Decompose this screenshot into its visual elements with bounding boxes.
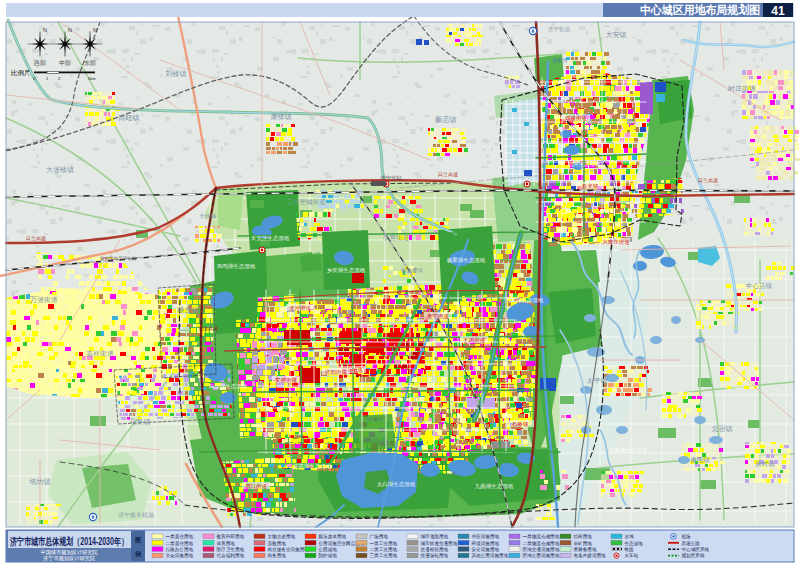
svg-text:有条件建设用地: 有条件建设用地 (574, 552, 607, 559)
svg-text:环境设施用地: 环境设施用地 (471, 540, 500, 547)
svg-text:王因湖生态湿地: 王因湖生态湿地 (505, 297, 544, 304)
svg-text:凤鸣湖生态湿地: 凤鸣湖生态湿地 (217, 263, 256, 269)
svg-text:例: 例 (134, 551, 141, 558)
svg-text:41: 41 (771, 4, 785, 18)
svg-text:南旺镇: 南旺镇 (119, 114, 140, 122)
svg-text:比例尺: 比例尺 (11, 69, 31, 77)
svg-text:娱乐康体用地: 娱乐康体用地 (319, 533, 347, 540)
svg-text:泗河生态湿地: 泗河生态湿地 (568, 161, 602, 168)
svg-text:乡饮湖生态湿地: 乡饮湖生态湿地 (327, 267, 366, 273)
svg-text:黄屯街道: 黄屯街道 (427, 313, 450, 320)
svg-text:5km: 5km (88, 76, 96, 81)
svg-text:南张建设: 南张建设 (401, 267, 424, 274)
svg-text:大安镇: 大安镇 (606, 31, 627, 39)
svg-text:唐村镇: 唐村镇 (755, 460, 775, 468)
svg-text:长沟镇: 长沟镇 (200, 213, 217, 220)
svg-text:唐口街道: 唐口街道 (245, 483, 268, 490)
svg-text:一类物流仓储用地: 一类物流仓储用地 (523, 533, 560, 540)
svg-text:济宁北站: 济宁北站 (380, 175, 403, 182)
svg-text:颜店镇: 颜店镇 (435, 115, 457, 124)
svg-text:日兰高速: 日兰高速 (438, 171, 458, 178)
svg-text:商业服务业设施用地: 商业服务业设施用地 (268, 546, 310, 553)
svg-text:天宝洼生态湿地: 天宝洼生态湿地 (251, 235, 290, 242)
svg-text:龙拱湖生态湿地: 龙拱湖生态湿地 (293, 463, 332, 469)
svg-text:日兰高速: 日兰高速 (698, 177, 718, 184)
svg-text:石桥镇: 石桥镇 (512, 421, 529, 428)
svg-text:杨家湖生态湿地: 杨家湖生态湿地 (446, 257, 486, 264)
svg-text:济宁市城市总体规划（2014-2030年）: 济宁市城市总体规划（2014-2030年） (9, 536, 128, 547)
svg-text:康驿镇: 康驿镇 (271, 112, 292, 121)
svg-text:济徐高速: 济徐高速 (198, 325, 218, 332)
svg-text:教育科研用地: 教育科研用地 (217, 533, 245, 540)
svg-text:文化设施用地: 文化设施用地 (166, 552, 194, 559)
svg-text:王因街道: 王因街道 (463, 337, 486, 344)
svg-text:城市轨道交通用地: 城市轨道交通用地 (420, 540, 458, 547)
svg-text:区域公用设施用地: 区域公用设施用地 (523, 552, 560, 559)
svg-text:洸河街道: 洸河街道 (289, 305, 312, 312)
svg-text:刘楼镇: 刘楼镇 (165, 70, 187, 78)
svg-text:一类工业用地: 一类工业用地 (370, 540, 398, 547)
svg-text:行政办公用地: 行政办公用地 (166, 546, 194, 553)
svg-text:太平镇: 太平镇 (587, 377, 608, 385)
svg-text:二十里铺街道: 二十里铺街道 (287, 198, 327, 206)
svg-text:日兰高速: 日兰高速 (26, 235, 46, 242)
svg-text:鼓楼街道: 鼓楼街道 (565, 115, 588, 122)
svg-text:铁路: 铁路 (624, 546, 635, 552)
svg-text:二类工业用地: 二类工业用地 (370, 546, 398, 553)
svg-text:济宁机场: 济宁机场 (548, 26, 570, 33)
svg-text:安居街道: 安居街道 (275, 377, 298, 384)
svg-text:三类工业用地: 三类工业用地 (370, 552, 398, 559)
svg-text:新兖镇: 新兖镇 (582, 183, 599, 190)
svg-text:二类物流仓储用地: 二类物流仓储用地 (523, 540, 560, 547)
svg-text:中心店镇: 中心店镇 (746, 282, 773, 290)
svg-text:交通枢纽用地: 交通枢纽用地 (421, 546, 449, 553)
svg-text:火车站: 火车站 (625, 553, 639, 558)
svg-text:济宁曲阜机场: 济宁曲阜机场 (118, 511, 154, 519)
svg-text:其他公用设施用地: 其他公用设施用地 (472, 552, 509, 559)
svg-text:时庄街道: 时庄街道 (728, 85, 756, 93)
svg-text:兴隆庄街道: 兴隆庄街道 (602, 239, 630, 246)
svg-text:中部: 中部 (59, 59, 71, 67)
svg-text:N: N (68, 27, 72, 33)
svg-text:规划区界线: 规划区界线 (682, 552, 705, 559)
svg-text:万张街道: 万张街道 (30, 296, 58, 304)
svg-text:鲁南铁路客运专线: 鲁南铁路客运专线 (100, 255, 137, 261)
svg-text:中心城区界线: 中心城区界线 (682, 547, 710, 552)
svg-text:济宁市规划设计研究院: 济宁市规划设计研究院 (43, 555, 96, 562)
svg-text:文物古迹用地: 文物古迹用地 (268, 533, 296, 540)
svg-text:北宿镇: 北宿镇 (712, 424, 733, 433)
svg-text:太白湖生态湿地: 太白湖生态湿地 (377, 481, 416, 488)
svg-text:发展备用地: 发展备用地 (574, 546, 597, 553)
svg-text:供应设施用地: 供应设施用地 (472, 533, 500, 540)
svg-text:安全设施用地: 安全设施用地 (472, 546, 500, 553)
svg-text:图: 图 (135, 536, 141, 544)
svg-text:疃里镇: 疃里镇 (178, 306, 199, 314)
svg-text:大张楼镇: 大张楼镇 (46, 166, 74, 174)
svg-text:廉屯镇: 廉屯镇 (690, 456, 710, 463)
svg-text:生态绿地: 生态绿地 (625, 541, 644, 546)
svg-text:N: N (93, 27, 97, 33)
svg-text:交通场站用地: 交通场站用地 (421, 552, 449, 559)
svg-text:洸府河: 洸府河 (553, 57, 568, 64)
svg-text:纸坊镇: 纸坊镇 (30, 478, 51, 486)
svg-text:西部: 西部 (34, 59, 46, 67)
svg-text:防护绿地: 防护绿地 (319, 552, 338, 559)
svg-text:高速公路: 高速公路 (682, 541, 701, 546)
svg-text:区域交通设施用地: 区域交通设施用地 (523, 546, 560, 553)
svg-text:济阳街道: 济阳街道 (325, 369, 348, 376)
svg-text:兴隆湖生态湿地: 兴隆湖生态湿地 (609, 447, 648, 453)
svg-text:嘉祥街道: 嘉祥街道 (86, 350, 114, 358)
svg-text:N: N (43, 27, 47, 33)
svg-text:九曲湖生态湿地: 九曲湖生态湿地 (475, 483, 514, 490)
svg-text:李营街道: 李营街道 (383, 234, 410, 242)
svg-text:马集镇: 马集镇 (130, 418, 151, 426)
svg-text:东部: 东部 (84, 59, 96, 67)
svg-text:水域: 水域 (625, 534, 635, 539)
svg-text:马场湖生态湿地: 马场湖生态湿地 (209, 383, 248, 390)
svg-text:中心城区用地布局规划图: 中心城区用地布局规划图 (640, 3, 760, 16)
